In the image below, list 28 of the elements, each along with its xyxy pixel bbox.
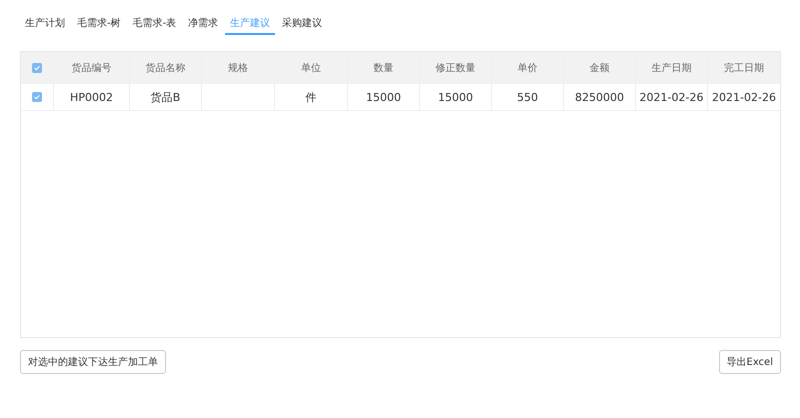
export-excel-button[interactable]: 导出Excel xyxy=(718,350,781,374)
tab[interactable]: 毛需求-表 xyxy=(128,14,182,35)
column-header: 规格 xyxy=(228,62,248,75)
column-header: 货品编号 xyxy=(72,62,112,75)
table-cell: 15000 xyxy=(366,90,401,104)
column-header: 金额 xyxy=(590,62,610,75)
tab[interactable]: 毛需求-树 xyxy=(72,14,126,35)
row-checkbox[interactable] xyxy=(32,92,42,102)
table-cell: 2021-02-26 xyxy=(640,90,704,104)
table-cell: 货品B xyxy=(150,90,180,104)
column-header: 数量 xyxy=(374,62,394,75)
tab[interactable]: 净需求 xyxy=(183,14,224,35)
tab[interactable]: 生产计划 xyxy=(20,14,70,35)
column-header: 货品名称 xyxy=(146,62,186,75)
table-cell: 15000 xyxy=(438,90,473,104)
column-header: 修正数量 xyxy=(436,62,476,75)
table-cell: 件 xyxy=(306,90,316,104)
select-all-checkbox[interactable] xyxy=(32,63,42,73)
table-cell: HP0002 xyxy=(70,90,113,104)
issue-order-button[interactable]: 对选中的建议下达生产加工单 xyxy=(20,350,166,374)
table-cell: 8250000 xyxy=(575,90,624,104)
column-header: 单位 xyxy=(301,62,321,75)
column-header: 单价 xyxy=(518,62,538,75)
table-cell: 2021-02-26 xyxy=(712,90,776,104)
table-cell: 550 xyxy=(517,90,538,104)
column-header: 生产日期 xyxy=(652,62,692,75)
tab[interactable]: 采购建议 xyxy=(277,14,328,35)
column-header: 完工日期 xyxy=(724,62,764,75)
